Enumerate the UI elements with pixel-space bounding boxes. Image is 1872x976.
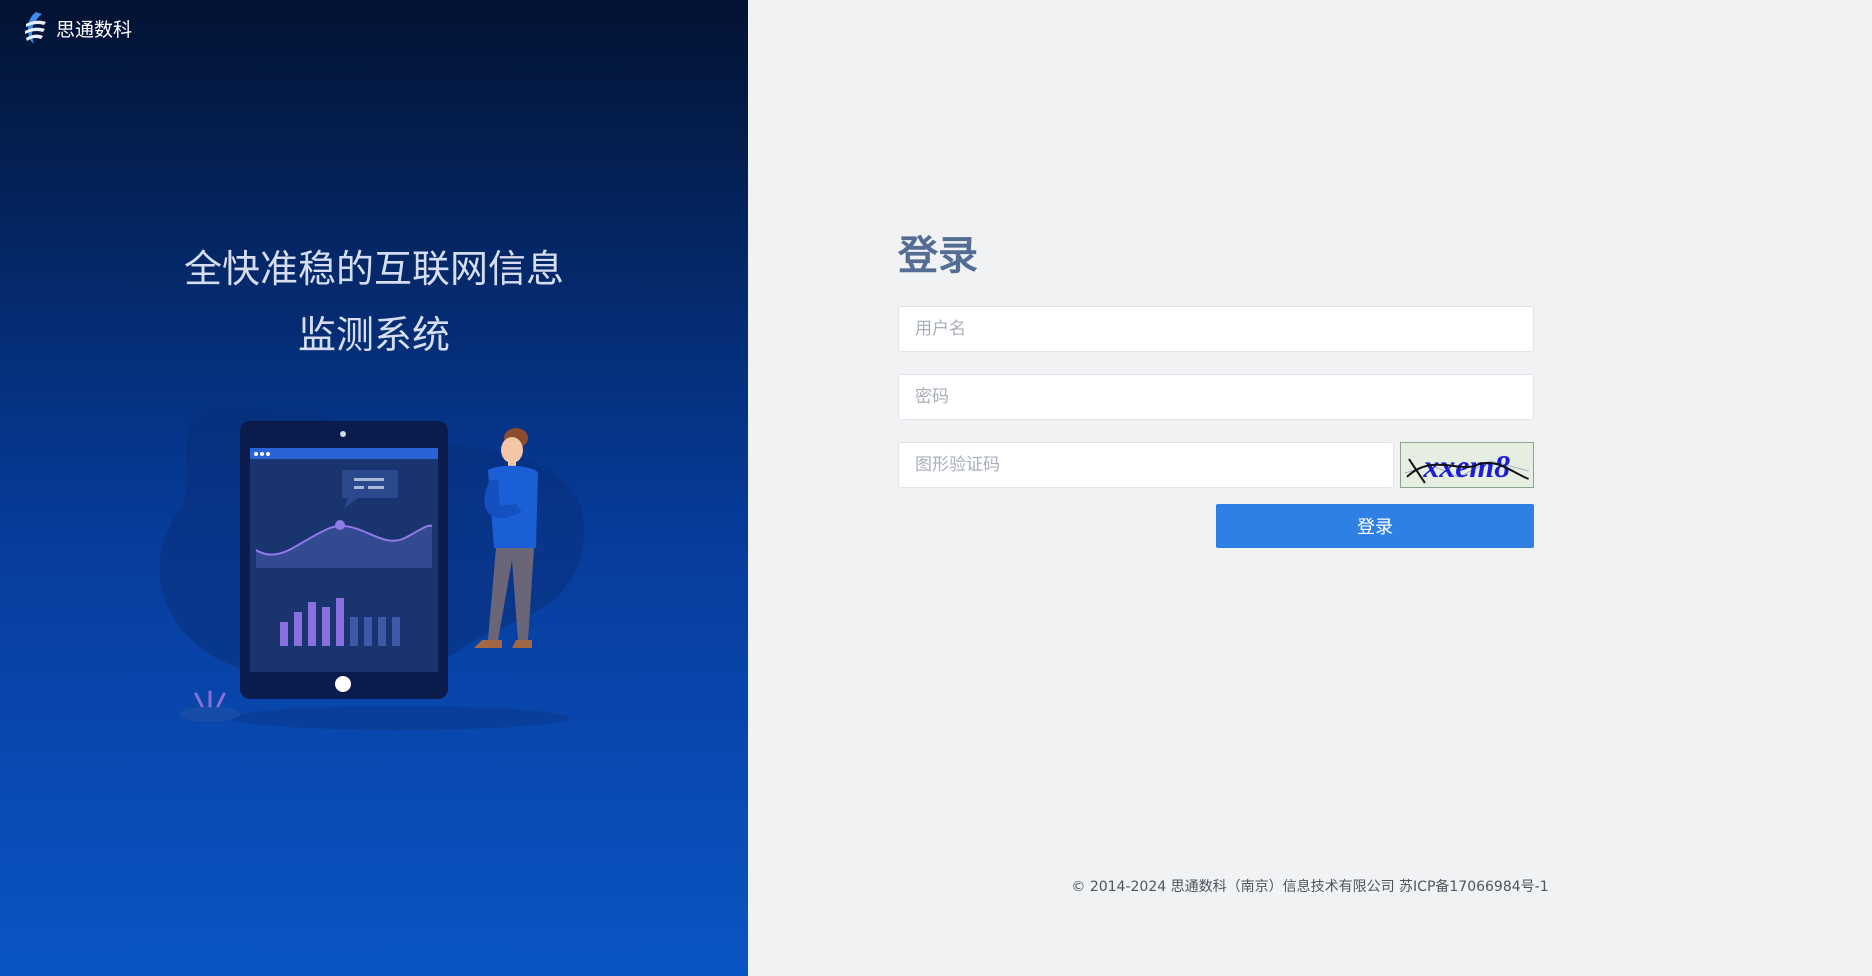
login-form: 登录 xxem8 登录 — [898, 228, 1534, 548]
bar — [336, 598, 344, 646]
captcha-input[interactable] — [898, 442, 1395, 488]
captcha-row: xxem8 — [898, 442, 1534, 488]
brand-name: 思通数科 — [56, 18, 133, 41]
slogan-line-2: 监测系统 — [297, 313, 450, 357]
footer-copyright: © 2014-2024 思通数科（南京）信息技术有限公司 苏ICP备170669… — [1071, 879, 1549, 895]
bar — [378, 617, 386, 646]
login-title: 登录 — [898, 233, 978, 279]
bar — [322, 607, 330, 646]
bar — [350, 617, 358, 646]
bar — [392, 617, 400, 646]
chat-bubble — [342, 470, 398, 498]
brand-logo-icon — [25, 12, 46, 44]
slogan: 全快准稳的互联网信息 监测系统 — [0, 236, 748, 368]
login-button[interactable]: 登录 — [1216, 504, 1534, 548]
password-input[interactable] — [898, 374, 1534, 420]
tablet-camera — [340, 431, 346, 437]
plant-icon — [194, 690, 226, 708]
screen-header-bar — [250, 448, 438, 459]
username-input[interactable] — [898, 306, 1534, 352]
bar — [364, 617, 372, 646]
chart-point — [335, 520, 345, 530]
bar — [308, 602, 316, 646]
tablet-home-button — [335, 676, 351, 692]
bar — [294, 612, 302, 646]
bar — [280, 622, 288, 646]
slogan-line-1: 全快准稳的互联网信息 — [183, 247, 564, 291]
plant-shadow — [180, 706, 240, 722]
brand: 思通数科 — [20, 10, 132, 46]
left-panel: 思通数科 全快准稳的互联网信息 监测系统 — [0, 0, 748, 976]
captcha-image[interactable]: xxem8 — [1400, 442, 1534, 488]
ground-shadow — [230, 706, 570, 730]
right-panel: 登录 xxem8 登录 © 2014-2024 思通数科（南京）信息技术有限公司… — [748, 0, 1872, 976]
tablet-person-illustration — [160, 405, 585, 730]
